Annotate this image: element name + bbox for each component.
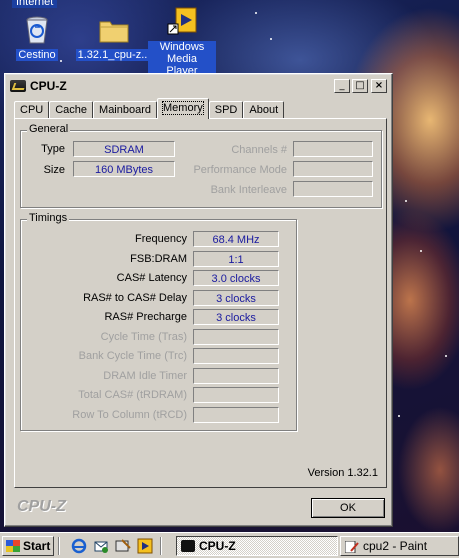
taskbar-separator bbox=[58, 537, 60, 555]
ok-button[interactable]: OK bbox=[311, 498, 385, 518]
desktop-icon-cpuz-folder[interactable]: 1.32.1_cpu-z... bbox=[74, 14, 154, 61]
task-label: cpu2 - Paint bbox=[363, 539, 428, 553]
star bbox=[270, 38, 272, 40]
timing-label: Row To Column (tRCD) bbox=[72, 408, 187, 421]
timing-label: FSB:DRAM bbox=[130, 252, 187, 265]
desktop-label-internet[interactable]: Internet bbox=[12, 0, 58, 8]
timing-label: RAS# Precharge bbox=[104, 311, 187, 323]
timing-value bbox=[193, 328, 279, 345]
desktop-icon-windows-media-player[interactable]: Windows Media Player bbox=[148, 6, 216, 77]
timing-label: Cycle Time (Tras) bbox=[100, 330, 187, 343]
tab-strip: CPU Cache Mainboard Memory SPD About bbox=[14, 98, 285, 119]
star bbox=[60, 60, 62, 62]
type-label: Type bbox=[41, 143, 65, 155]
timing-value: 3.0 clocks bbox=[193, 270, 279, 286]
cpuz-task-icon bbox=[181, 540, 195, 552]
star bbox=[255, 12, 257, 14]
timing-value bbox=[193, 406, 279, 423]
taskbar-task-cpuz[interactable]: CPU-Z bbox=[176, 536, 338, 556]
timing-value: 3 clocks bbox=[193, 289, 279, 306]
type-value: SDRAM bbox=[73, 141, 175, 157]
taskbar-separator bbox=[160, 537, 162, 555]
timing-value bbox=[193, 348, 279, 364]
timing-value bbox=[193, 367, 279, 384]
bank-interleave-value bbox=[293, 181, 373, 197]
timing-value: 68.4 MHz bbox=[193, 231, 279, 247]
minimize-button[interactable]: _ bbox=[334, 78, 350, 93]
start-label: Start bbox=[23, 539, 51, 553]
outlook-express-icon[interactable] bbox=[93, 538, 109, 554]
timing-label: Total CAS# (tRDRAM) bbox=[78, 389, 187, 401]
desktop-icon-label: 1.32.1_cpu-z... bbox=[75, 49, 153, 61]
desktop-icon-label: Cestino bbox=[16, 49, 58, 61]
timings-group: Timings Frequency 68.4 MHz FSB:DRAM 1:1 CAS#… bbox=[20, 212, 297, 431]
close-button[interactable]: × bbox=[371, 78, 387, 93]
tab-memory[interactable]: Memory bbox=[157, 98, 209, 119]
timing-label: Frequency bbox=[135, 233, 187, 245]
general-group: General Type SDRAM Size 160 MBytes Chann… bbox=[20, 123, 382, 208]
folder-icon bbox=[98, 14, 130, 46]
timing-value bbox=[193, 387, 279, 403]
tab-mainboard[interactable]: Mainboard bbox=[93, 101, 158, 119]
cpuz-app-icon[interactable] bbox=[10, 79, 26, 92]
tab-spd[interactable]: SPD bbox=[208, 101, 244, 119]
title-bar[interactable]: CPU-Z _ □ × bbox=[8, 77, 389, 94]
maximize-button[interactable]: □ bbox=[352, 78, 368, 93]
size-label: Size bbox=[43, 164, 65, 176]
channels-label: Channels # bbox=[231, 144, 287, 156]
media-player-icon bbox=[166, 6, 198, 38]
timing-value: 1:1 bbox=[193, 250, 279, 267]
windows-logo-icon bbox=[6, 540, 20, 552]
desktop-icon-label: Windows Media Player bbox=[148, 41, 216, 77]
timing-label: Bank Cycle Time (Trc) bbox=[78, 350, 187, 362]
task-label: CPU-Z bbox=[199, 539, 236, 553]
desktop-icon-recycle-bin[interactable]: Cestino bbox=[14, 14, 60, 61]
timing-label: DRAM Idle Timer bbox=[103, 369, 187, 382]
media-player-quick-icon[interactable] bbox=[137, 538, 153, 554]
taskbar: Start CPU-Z cpu2 - Paint bbox=[0, 532, 459, 558]
tab-cpu[interactable]: CPU bbox=[14, 101, 50, 119]
timing-label: RAS# to CAS# Delay bbox=[83, 291, 187, 304]
star bbox=[445, 355, 447, 357]
timings-group-title: Timings bbox=[27, 212, 70, 224]
star bbox=[398, 415, 400, 417]
performance-mode-label: Performance Mode bbox=[193, 164, 287, 176]
general-group-title: General bbox=[27, 123, 71, 135]
memory-panel: General Type SDRAM Size 160 MBytes Chann… bbox=[14, 118, 387, 488]
cpuz-brand-logo: CPU-Z bbox=[17, 498, 66, 515]
paint-icon bbox=[344, 540, 359, 554]
star bbox=[420, 250, 422, 252]
recycle-bin-icon bbox=[21, 14, 53, 46]
bank-interleave-label: Bank Interleave bbox=[210, 184, 287, 196]
cpuz-window: CPU-Z _ □ × CPU Cache Mainboard Memory S… bbox=[4, 73, 393, 527]
size-value: 160 MBytes bbox=[73, 161, 175, 177]
performance-mode-value bbox=[293, 161, 373, 177]
tab-about[interactable]: About bbox=[243, 101, 285, 119]
tab-cache[interactable]: Cache bbox=[49, 101, 94, 119]
star bbox=[405, 200, 407, 202]
show-desktop-icon[interactable] bbox=[115, 538, 131, 554]
start-button[interactable]: Start bbox=[2, 536, 54, 556]
timing-label: CAS# Latency bbox=[116, 272, 187, 284]
timing-value: 3 clocks bbox=[193, 309, 279, 325]
taskbar-task-paint[interactable]: cpu2 - Paint bbox=[340, 536, 459, 556]
window-title: CPU-Z bbox=[30, 78, 67, 93]
internet-explorer-icon[interactable] bbox=[71, 538, 87, 554]
version-label: Version 1.32.1 bbox=[307, 467, 378, 479]
channels-value bbox=[293, 141, 373, 157]
